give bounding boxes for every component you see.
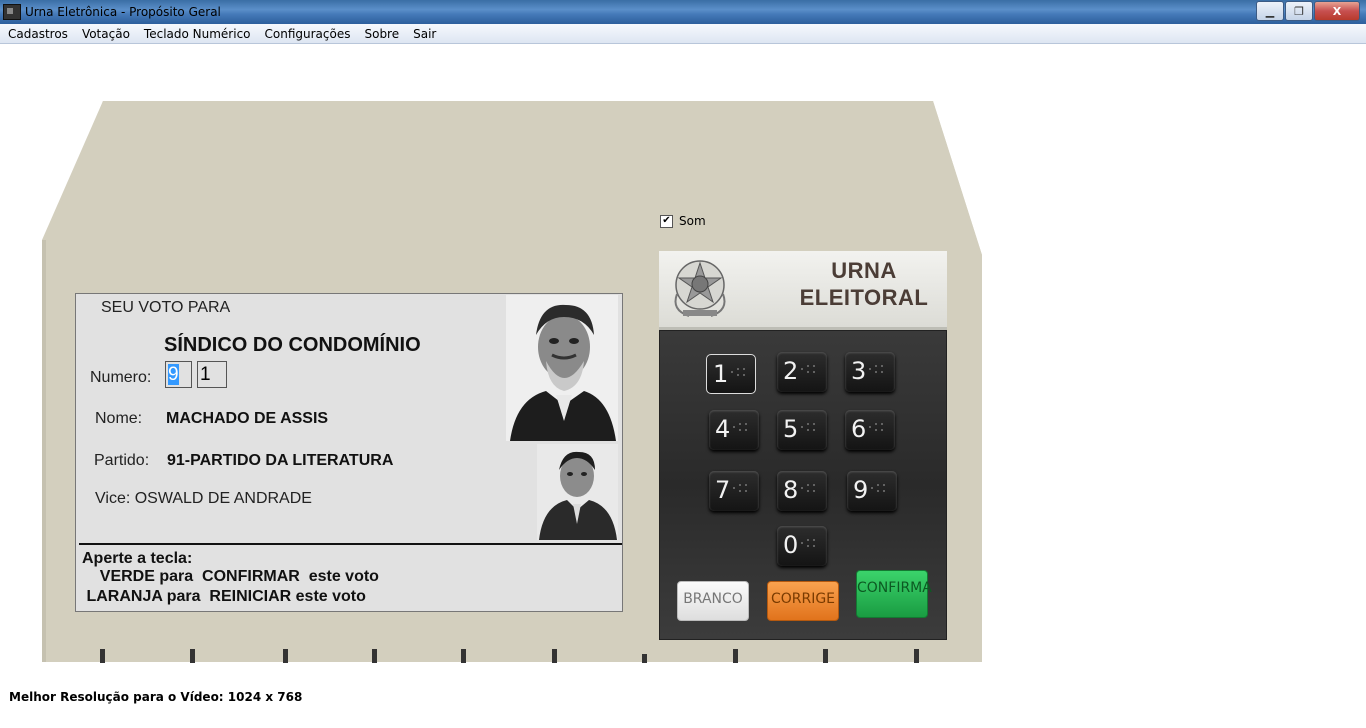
vent-slot bbox=[642, 654, 647, 663]
vice-candidate: Vice: OSWALD DE ANDRADE bbox=[95, 490, 312, 507]
window-titlebar: Urna Eletrônica - Propósito Geral ▁ ❐ X bbox=[0, 0, 1366, 24]
number-digit-1[interactable]: 9 bbox=[165, 361, 192, 388]
vent-slot bbox=[100, 649, 105, 663]
candidate-name: MACHADO DE ASSIS bbox=[166, 410, 329, 427]
vent-slot bbox=[823, 649, 828, 663]
party-label: Partido: bbox=[94, 452, 150, 469]
menu-sair[interactable]: Sair bbox=[406, 27, 443, 41]
corrige-button[interactable]: CORRIGE bbox=[767, 581, 839, 621]
key-3[interactable]: 3 bbox=[845, 352, 895, 392]
instructions-confirm: VERDE para CONFIRMAR este voto bbox=[82, 568, 379, 585]
vent-slot bbox=[733, 649, 738, 663]
confirma-button[interactable]: CONFIRMA bbox=[856, 570, 932, 618]
key-5[interactable]: 5 bbox=[777, 410, 827, 450]
vent-slot bbox=[552, 649, 557, 663]
urna-eleitoral-title: URNA ELEITORAL bbox=[759, 257, 969, 311]
menu-sobre[interactable]: Sobre bbox=[357, 27, 406, 41]
key-2-label: 2 bbox=[783, 357, 799, 385]
menu-votacao[interactable]: Votação bbox=[75, 27, 137, 41]
number-digit-2[interactable]: 1 bbox=[197, 361, 227, 388]
key-6[interactable]: 6 bbox=[845, 410, 895, 450]
key-3-label: 3 bbox=[851, 357, 867, 385]
vent-slot bbox=[372, 649, 377, 663]
key-9[interactable]: 9 bbox=[847, 471, 897, 511]
branco-button[interactable]: BRANCO bbox=[677, 581, 749, 621]
key-0-label: 0 bbox=[783, 531, 799, 559]
close-button[interactable]: X bbox=[1314, 1, 1360, 21]
key-9-label: 9 bbox=[853, 476, 869, 504]
vice-photo bbox=[537, 444, 618, 540]
key-1-label: 1 bbox=[713, 360, 729, 388]
menu-configuracoes[interactable]: Configurações bbox=[258, 27, 358, 41]
vent-slot bbox=[283, 649, 288, 663]
maximize-button[interactable]: ❐ bbox=[1285, 1, 1313, 21]
voting-screen: SEU VOTO PARA SÍNDICO DO CONDOMÍNIO Nume… bbox=[75, 293, 623, 612]
title-line-2: ELEITORAL bbox=[799, 285, 929, 310]
sound-label: Som bbox=[679, 214, 706, 228]
key-8[interactable]: 8 bbox=[777, 471, 827, 511]
key-1[interactable]: 1 bbox=[706, 354, 756, 394]
vent-slot bbox=[461, 649, 466, 663]
instructions-divider bbox=[79, 543, 622, 545]
resolution-note: Melhor Resolução para o Vídeo: 1024 x 76… bbox=[9, 690, 303, 704]
ballot-box-header: URNA ELEITORAL bbox=[659, 251, 947, 330]
number-digit-1-value: 9 bbox=[168, 364, 179, 385]
brazil-coat-of-arms-icon bbox=[674, 260, 726, 317]
key-7[interactable]: 7 bbox=[709, 471, 759, 511]
vent-slot bbox=[914, 649, 919, 663]
window-title: Urna Eletrônica - Propósito Geral bbox=[25, 5, 221, 19]
key-2[interactable]: 2 bbox=[777, 352, 827, 392]
menu-cadastros[interactable]: Cadastros bbox=[0, 27, 75, 41]
minimize-button[interactable]: ▁ bbox=[1256, 1, 1284, 21]
instructions-title: Aperte a tecla: bbox=[82, 550, 193, 567]
key-5-label: 5 bbox=[783, 415, 799, 443]
name-label: Nome: bbox=[95, 410, 143, 427]
key-4-label: 4 bbox=[715, 415, 731, 443]
menu-teclado-numerico[interactable]: Teclado Numérico bbox=[137, 27, 258, 41]
vent-slot bbox=[190, 649, 195, 663]
key-7-label: 7 bbox=[715, 476, 731, 504]
vote-header: SEU VOTO PARA bbox=[101, 299, 231, 316]
menu-bar: Cadastros Votação Teclado Numérico Confi… bbox=[0, 24, 1366, 44]
sound-checkbox[interactable]: ✔ bbox=[660, 214, 673, 228]
party-name: 91-PARTIDO DA LITERATURA bbox=[167, 452, 394, 469]
app-icon bbox=[3, 4, 21, 20]
key-6-label: 6 bbox=[851, 415, 867, 443]
number-label: Numero: bbox=[90, 369, 152, 386]
office-title: SÍNDICO DO CONDOMÍNIO bbox=[164, 334, 421, 356]
key-0[interactable]: 0 bbox=[777, 526, 827, 566]
candidate-photo bbox=[506, 295, 618, 441]
window-controls: ▁ ❐ X bbox=[1255, 1, 1360, 21]
key-8-label: 8 bbox=[783, 476, 799, 504]
sound-toggle[interactable]: ✔ Som bbox=[660, 214, 706, 228]
title-line-1: URNA bbox=[831, 258, 897, 283]
instructions-reset: LARANJA para REINICIAR este voto bbox=[82, 588, 366, 605]
keypad: 1 2 3 4 5 6 7 8 9 0 BRANCO CORRIGE CONFI… bbox=[659, 330, 947, 640]
key-4[interactable]: 4 bbox=[709, 410, 759, 450]
